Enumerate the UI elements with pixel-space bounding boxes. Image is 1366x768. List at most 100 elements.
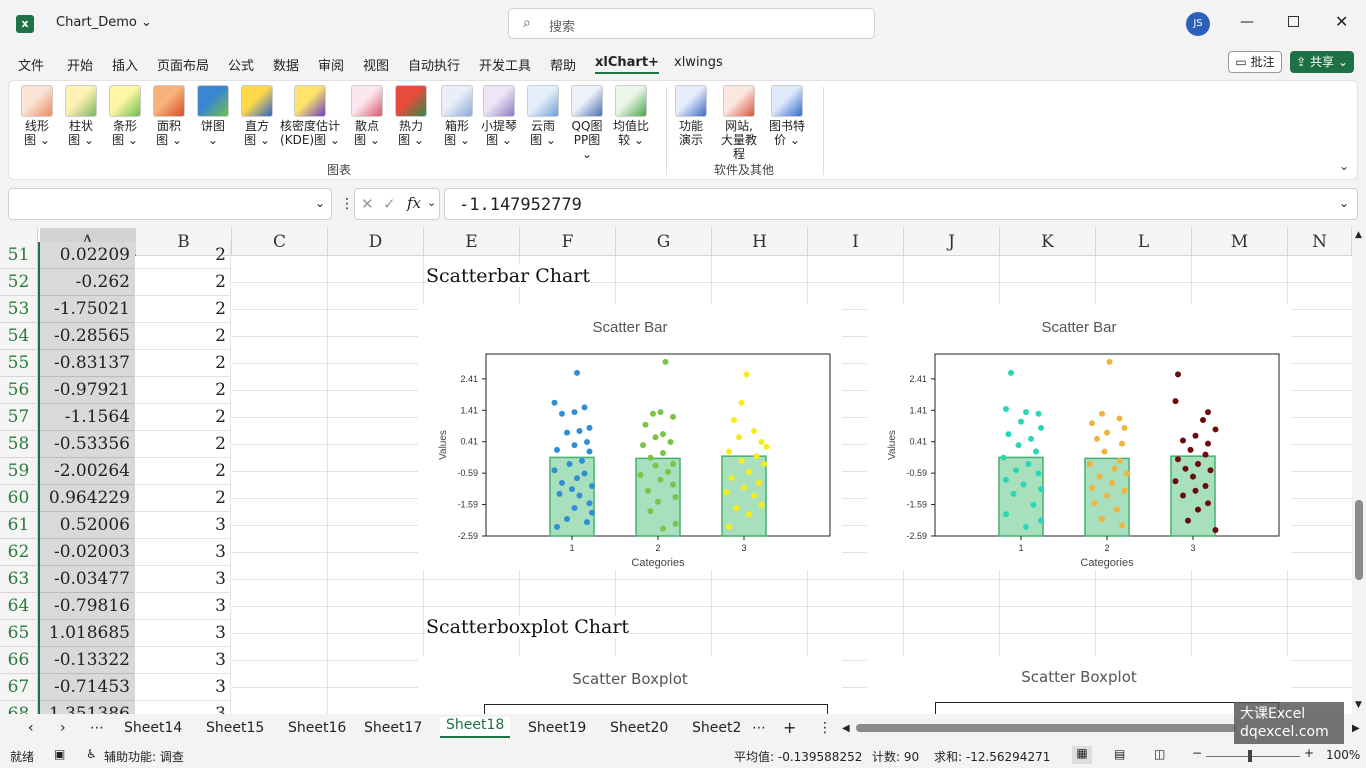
cell-a[interactable]: -2.00264 [40, 458, 135, 485]
menu-help[interactable]: 帮助 [550, 55, 576, 74]
menu-formulas[interactable]: 公式 [228, 55, 254, 74]
row-header[interactable]: 59 [0, 458, 38, 485]
row-header[interactable]: 55 [0, 350, 38, 377]
row-header[interactable]: 56 [0, 377, 38, 404]
worksheet-grid[interactable]: ABCDEFGHIJKLMN 510.02209252-0.262253-1.7… [0, 228, 1352, 714]
row-header[interactable]: 60 [0, 485, 38, 512]
cell-a[interactable]: -0.53356 [40, 431, 135, 458]
horizontal-scrollbar-thumb[interactable] [856, 724, 1236, 732]
cell-b[interactable]: 3 [136, 647, 231, 674]
cell-a[interactable]: -0.83137 [40, 350, 135, 377]
cell-b[interactable]: 2 [136, 242, 231, 269]
comment-button[interactable]: ▭ 批注 [1228, 51, 1282, 73]
sheet-tab-sheet20[interactable]: Sheet20 [610, 720, 668, 736]
macro-record-icon[interactable]: ▣ [54, 747, 65, 761]
column-header-n[interactable]: N [1288, 228, 1352, 256]
page-layout-icon[interactable]: ▤ [1114, 747, 1125, 761]
share-button[interactable]: ⇪ 共享 ⌄ [1290, 51, 1354, 73]
scroll-right-icon[interactable]: ▶ [1352, 723, 1360, 734]
column-header-i[interactable]: I [808, 228, 904, 256]
sheet-tab-sheet19[interactable]: Sheet19 [528, 720, 586, 736]
cell-a[interactable]: -0.79816 [40, 593, 135, 620]
restore-icon[interactable] [1288, 16, 1299, 27]
cell-a[interactable]: -0.71453 [40, 674, 135, 701]
row-header[interactable]: 51 [0, 242, 38, 269]
sheet-tab-sheet18[interactable]: Sheet18 [440, 717, 511, 738]
menu-review[interactable]: 审阅 [318, 55, 344, 74]
vertical-scrollbar-track[interactable]: ▲ ▼ [1352, 228, 1366, 714]
ribbon-button-7[interactable]: 散点图 ⌄ [347, 85, 387, 147]
column-header-l[interactable]: L [1096, 228, 1192, 256]
zoom-slider[interactable] [1206, 750, 1300, 762]
row-header[interactable]: 58 [0, 431, 38, 458]
cell-b[interactable]: 3 [136, 593, 231, 620]
row-header[interactable]: 54 [0, 323, 38, 350]
avatar[interactable]: JS [1186, 12, 1210, 36]
ribbon-collapse-icon[interactable]: ⌄ [1339, 159, 1349, 173]
sheet-tab-sheet15[interactable]: Sheet15 [206, 720, 264, 736]
menu-xlchart[interactable]: xlChart+ [595, 55, 659, 74]
ribbon-button-6[interactable]: 核密度估计 (KDE)图 ⌄ [279, 85, 341, 147]
zoom-out-icon[interactable]: − [1192, 746, 1202, 760]
expand-formula-icon[interactable]: ⌄ [1339, 196, 1349, 210]
scatter-bar-chart-1[interactable]: Scatter Bar 2.41 1.41 0.41 -0.59 -1.59 -2.59 Va… [418, 304, 842, 570]
zoom-level[interactable]: 100% [1326, 748, 1360, 762]
ribbon-button-1[interactable]: 柱状图 ⌄ [61, 85, 101, 147]
row-header[interactable]: 68 [0, 701, 38, 714]
menu-file[interactable]: 文件 [18, 55, 44, 74]
sheet-tab-sheet17[interactable]: Sheet17 [364, 720, 422, 736]
column-header-j[interactable]: J [904, 228, 1000, 256]
scroll-left-icon[interactable]: ◀ [842, 723, 850, 734]
ribbon-button-15[interactable]: 网站, 大量教程 [719, 85, 759, 161]
column-header-g[interactable]: G [616, 228, 712, 256]
ribbon-button-0[interactable]: 线形图 ⌄ [17, 85, 57, 147]
cell-b[interactable]: 2 [136, 431, 231, 458]
cell-a[interactable]: -0.03477 [40, 566, 135, 593]
cell-b[interactable]: 2 [136, 323, 231, 350]
ribbon-button-14[interactable]: 功能 演示 [671, 85, 711, 147]
ribbon-button-12[interactable]: QQ图 PP图 ⌄ [567, 85, 607, 161]
cell-a[interactable]: 0.964229 [40, 485, 135, 512]
accessibility-icon[interactable]: ♿ [86, 747, 97, 761]
more-options-icon[interactable]: ⋮ [340, 196, 354, 212]
row-header[interactable]: 65 [0, 620, 38, 647]
row-header[interactable]: 63 [0, 566, 38, 593]
column-header-d[interactable]: D [328, 228, 424, 256]
ribbon-button-16[interactable]: 图书特价 ⌄ [767, 85, 807, 147]
more-sheets-icon[interactable]: ⋯ [90, 720, 104, 736]
file-name[interactable]: Chart_Demo ⌄ [56, 15, 152, 30]
minimize-icon[interactable]: — [1240, 14, 1254, 30]
scatter-boxplot-chart-1[interactable]: Scatter Boxplot [418, 656, 842, 714]
ribbon-button-11[interactable]: 云雨图 ⌄ [523, 85, 563, 147]
more-options-icon[interactable]: ⋮ [818, 720, 832, 736]
sheet-tab-sheet16[interactable]: Sheet16 [288, 720, 346, 736]
confirm-icon[interactable]: ✓ [383, 195, 396, 213]
cell-a[interactable]: 0.02209 [40, 242, 135, 269]
column-header-f[interactable]: F [520, 228, 616, 256]
menu-developer[interactable]: 开发工具 [479, 55, 531, 74]
row-header[interactable]: 53 [0, 296, 38, 323]
cell-a[interactable]: 0.52006 [40, 512, 135, 539]
row-header[interactable]: 61 [0, 512, 38, 539]
row-header[interactable]: 67 [0, 674, 38, 701]
cell-b[interactable]: 2 [136, 377, 231, 404]
sheet-tab-sheet14[interactable]: Sheet14 [124, 720, 182, 736]
ribbon-button-5[interactable]: 直方图 ⌄ [237, 85, 277, 147]
cancel-icon[interactable]: ✕ [361, 195, 374, 213]
next-sheet-icon[interactable]: › [60, 720, 66, 736]
scroll-up-icon[interactable]: ▲ [1355, 230, 1362, 240]
menu-insert[interactable]: 插入 [112, 55, 138, 74]
cell-b[interactable]: 3 [136, 566, 231, 593]
ribbon-button-2[interactable]: 条形图 ⌄ [105, 85, 145, 147]
ribbon-button-10[interactable]: 小提琴图 ⌄ [479, 85, 519, 147]
row-header[interactable]: 62 [0, 539, 38, 566]
row-header[interactable]: 66 [0, 647, 38, 674]
add-sheet-icon[interactable]: + [783, 718, 796, 737]
scatter-boxplot-chart-2[interactable]: Scatter Boxplot [867, 656, 1291, 714]
more-sheets-icon[interactable]: ⋯ [752, 720, 766, 736]
column-header-k[interactable]: K [1000, 228, 1096, 256]
cell-a[interactable]: -0.02003 [40, 539, 135, 566]
cell-b[interactable]: 2 [136, 296, 231, 323]
cell-b[interactable]: 2 [136, 269, 231, 296]
accessibility-status[interactable]: 辅助功能: 调查 [104, 748, 184, 765]
